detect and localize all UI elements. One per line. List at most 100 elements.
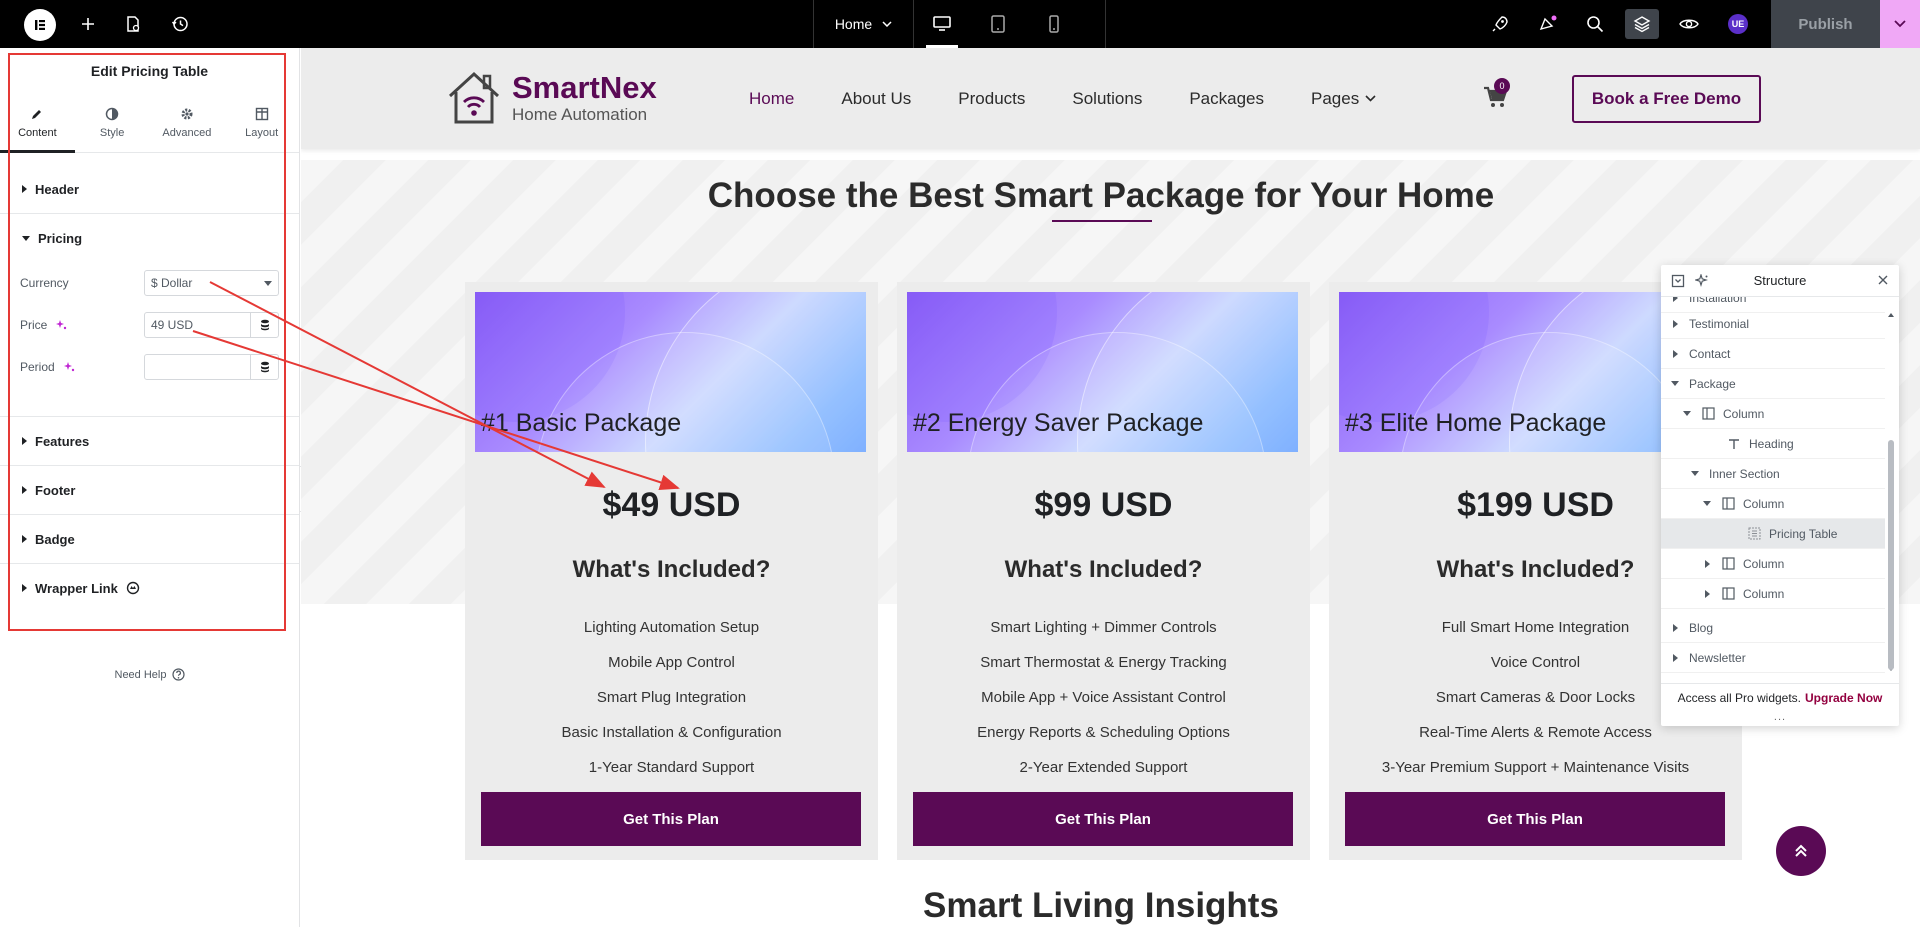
notifications-icon[interactable] [1531,9,1565,39]
caret-down-icon[interactable] [1703,501,1711,506]
structure-item-newsletter[interactable]: Newsletter [1661,643,1885,673]
caret-down-icon [22,235,30,241]
structure-item-label: Column [1743,586,1785,601]
currency-select[interactable]: $ Dollar [144,270,279,296]
dynamic-tags-database-icon[interactable] [250,313,278,337]
avatar-initials: UE [1728,14,1748,34]
section-title: Header [35,181,80,197]
nav-about-us[interactable]: About Us [841,89,911,109]
structure-item-contact[interactable]: Contact [1661,339,1885,369]
structure-item-column[interactable]: Column [1661,579,1885,609]
tablet-view-button[interactable] [970,0,1026,48]
column-icon [1721,587,1735,601]
nav-products[interactable]: Products [958,89,1025,109]
list-item: Smart Plug Integration [596,689,747,706]
structure-item-label: Installation [1689,297,1747,305]
publish-button[interactable]: Publish [1771,0,1880,48]
indicators-sparkle-icon[interactable] [1695,274,1709,288]
structure-item-inner-section[interactable]: Inner Section [1661,459,1885,489]
caret-right-icon[interactable] [1671,297,1679,302]
search-icon[interactable] [1578,9,1612,39]
ai-sparkle-icon[interactable] [55,319,67,331]
mobile-view-button[interactable] [1026,0,1082,48]
dynamic-tags-database-icon[interactable] [250,355,278,379]
page-selector[interactable]: Home [814,0,914,48]
caret-right-icon[interactable] [1703,559,1711,568]
pricing-card-basic[interactable]: #1 Basic Package $49 USD What's Included… [465,282,878,860]
get-plan-button[interactable]: Get This Plan [913,792,1293,846]
device-switcher: Home [813,0,1106,48]
structure-item-package[interactable]: Package [1661,369,1885,399]
brand-name: SmartNex [512,69,657,105]
structure-title: Structure [1753,273,1807,288]
section-wrapper-link[interactable]: Wrapper Link [0,564,299,612]
ai-sparkle-icon[interactable] [63,361,75,373]
caret-right-icon[interactable] [1671,349,1679,358]
section-features[interactable]: Features [0,417,299,466]
structure-item-pricing-table[interactable]: Pricing Table [1661,519,1885,549]
caret-down-icon[interactable] [1683,411,1691,416]
structure-layers-icon[interactable] [1625,9,1659,39]
structure-item-testimonial[interactable]: Testimonial [1661,309,1885,339]
section-header[interactable]: Header [0,165,299,214]
collapse-all-icon[interactable] [1671,274,1685,288]
structure-item-column[interactable]: Column [1661,399,1885,429]
structure-item-label: Contact [1689,346,1731,361]
upgrade-now-link[interactable]: Upgrade Now [1805,691,1882,705]
tab-advanced[interactable]: Advanced [150,93,225,152]
structure-item-label: Package [1689,376,1736,391]
tab-style[interactable]: Style [75,93,150,152]
period-control: Period [0,346,299,388]
get-plan-button[interactable]: Get This Plan [1345,792,1725,846]
site-nav: Home About Us Products Solutions Package… [749,48,1376,149]
site-settings-rocket-icon[interactable] [1483,9,1517,39]
user-avatar[interactable]: UE [1721,9,1755,39]
desktop-view-button[interactable] [914,0,970,48]
page-settings-icon[interactable] [118,9,148,39]
need-help-link[interactable]: Need Help [0,668,300,681]
tablet-icon [991,15,1005,33]
publish-options-button[interactable] [1880,0,1920,48]
caret-down-icon[interactable] [1671,381,1679,386]
nav-home[interactable]: Home [749,89,794,109]
caret-right-icon[interactable] [1671,623,1679,632]
price-input[interactable]: 49 USD [144,312,279,338]
elementor-logo-icon[interactable] [24,9,56,41]
section-pricing-toggle[interactable]: Pricing [0,214,299,262]
section-footer[interactable]: Footer [0,466,299,515]
structure-item-blog[interactable]: Blog [1661,613,1885,643]
caret-right-icon[interactable] [1671,653,1679,662]
section-badge[interactable]: Badge [0,515,299,564]
card-title: #1 Basic Package [481,409,682,437]
caret-right-icon[interactable] [1703,589,1711,598]
caret-right-icon [22,437,27,445]
close-icon[interactable] [1877,274,1889,286]
nav-packages[interactable]: Packages [1189,89,1264,109]
panel-resize-dots[interactable]: ... [1661,711,1899,723]
preview-eye-icon[interactable] [1672,9,1706,39]
tab-content[interactable]: Content [0,93,75,153]
section-title: Pricing [38,230,83,246]
tab-layout[interactable]: Layout [224,93,299,152]
book-demo-button[interactable]: Book a Free Demo [1572,75,1761,123]
nav-solutions[interactable]: Solutions [1072,89,1142,109]
pricing-card-energy-saver[interactable]: #2 Energy Saver Package $99 USD What's I… [897,282,1310,860]
list-item: Basic Installation & Configuration [561,724,782,741]
history-icon[interactable] [165,9,195,39]
structure-scrollbar-thumb[interactable] [1888,440,1894,670]
pro-crown-icon [126,581,140,595]
structure-item-column[interactable]: Column [1661,489,1885,519]
get-plan-button[interactable]: Get This Plan [481,792,861,846]
site-logo[interactable]: SmartNex Home Automation [444,68,657,128]
double-chevron-up-icon [1795,844,1807,857]
caret-right-icon[interactable] [1671,319,1679,328]
caret-down-icon[interactable] [1691,471,1699,476]
scroll-to-top-button[interactable] [1776,826,1826,876]
caret-right-icon [22,535,27,543]
nav-pages[interactable]: Pages [1311,89,1376,109]
period-input[interactable] [144,354,279,380]
structure-item-column[interactable]: Column [1661,549,1885,579]
structure-item-heading[interactable]: Heading [1661,429,1885,459]
add-element-icon[interactable] [73,9,103,39]
structure-item-label: Column [1743,496,1785,511]
